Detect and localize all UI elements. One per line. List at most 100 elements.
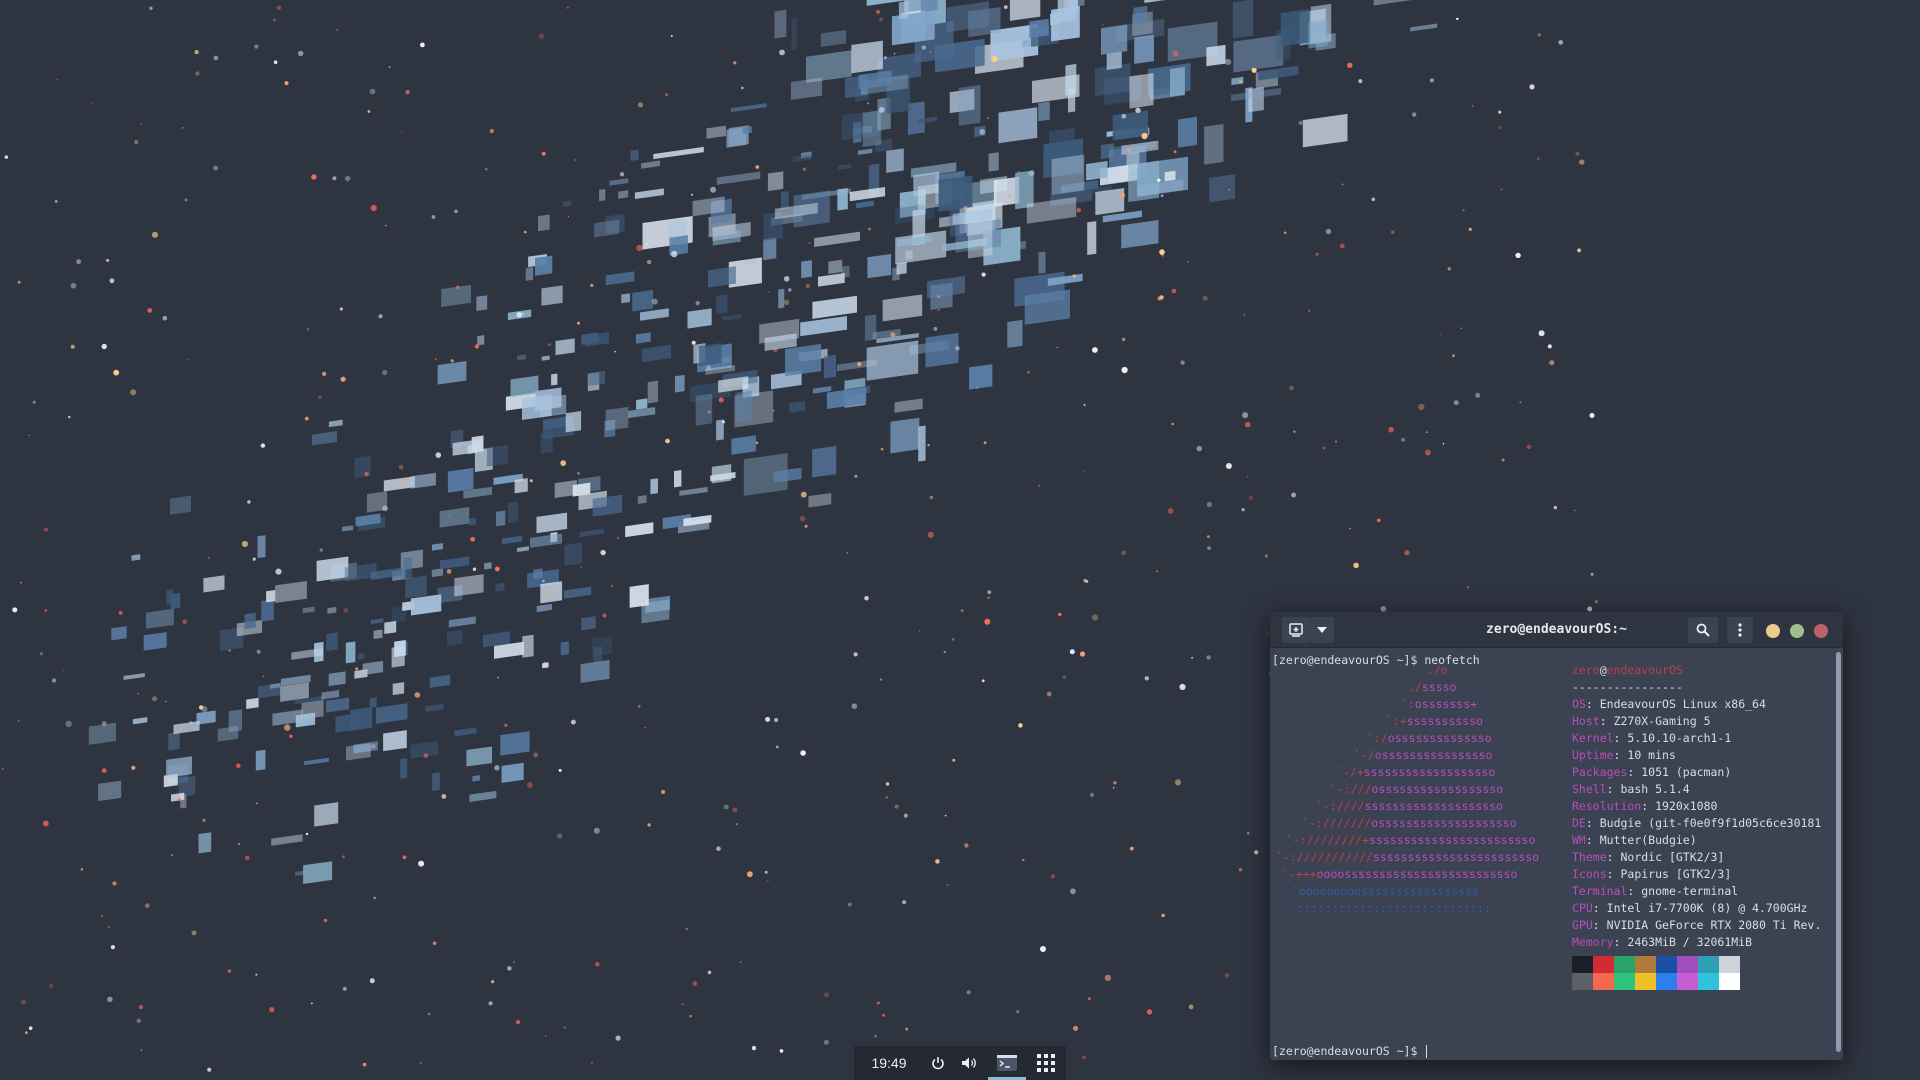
- wallpaper-particle: [894, 804, 899, 809]
- wallpaper-particle: [420, 42, 425, 48]
- wallpaper-block: [1100, 143, 1115, 160]
- wallpaper-particle: [1207, 535, 1210, 538]
- wallpaper-particle: [944, 814, 947, 817]
- wallpaper-particle: [342, 986, 347, 991]
- wallpaper-particle: [238, 843, 240, 845]
- logo-segment: ssssssssssssssssssso: [1364, 799, 1503, 813]
- taskbar-terminal[interactable]: [988, 1046, 1026, 1080]
- wallpaper-particle: [595, 961, 600, 967]
- prompt-line[interactable]: [zero@endeavourOS ~]$: [1272, 1043, 1428, 1060]
- info-colon: :: [1599, 714, 1614, 728]
- wallpaper-block: [791, 17, 798, 51]
- wallpaper-particle: [489, 128, 494, 134]
- wallpaper-particle: [804, 524, 808, 528]
- wallpaper-block: [837, 187, 848, 211]
- terminal-titlebar[interactable]: zero@endeavourOS:~: [1270, 612, 1843, 648]
- wallpaper-particle: [533, 752, 538, 758]
- maximize-button[interactable]: [1790, 624, 1804, 638]
- wallpaper-particle: [903, 813, 908, 818]
- app-grid-icon: [1037, 1054, 1055, 1072]
- wallpaper-particle: [764, 870, 768, 874]
- menu-button[interactable]: [1727, 617, 1753, 643]
- wallpaper-particle: [256, 802, 258, 805]
- info-value: Mutter(Budgie): [1599, 833, 1697, 847]
- wallpaper-particle: [937, 309, 940, 311]
- wallpaper-particle: [213, 165, 219, 171]
- wallpaper-block: [890, 417, 920, 454]
- terminal-output[interactable]: [zero@endeavourOS ~]$ neofetch ./o ./ssss…: [1270, 648, 1833, 1060]
- power-button[interactable]: [926, 1046, 950, 1080]
- logo-segment: osssssss+: [1414, 697, 1478, 711]
- wallpaper-block: [898, 1, 909, 20]
- wallpaper-particle: [846, 552, 848, 554]
- search-button[interactable]: [1688, 617, 1718, 643]
- wallpaper-particle: [182, 619, 187, 624]
- wallpaper-particle: [191, 930, 197, 936]
- clock[interactable]: 19:49: [864, 1046, 914, 1080]
- wallpaper-block: [647, 380, 658, 404]
- wallpaper-block: [1204, 124, 1224, 165]
- wallpaper-particle: [304, 416, 309, 421]
- wallpaper-particle: [983, 441, 987, 445]
- info-key: DE: [1572, 816, 1586, 830]
- logo-segment: ossssssssssssssso: [1374, 748, 1493, 762]
- wallpaper-particle: [170, 854, 173, 856]
- wallpaper-particle: [1159, 249, 1165, 255]
- minimize-button[interactable]: [1766, 624, 1780, 638]
- info-key: Theme: [1572, 850, 1607, 864]
- wallpaper-particle: [876, 1001, 880, 1005]
- wallpaper-particle: [1174, 779, 1182, 786]
- wallpaper-particle: [70, 344, 75, 349]
- wallpaper-block: [447, 467, 474, 493]
- color-swatch: [1593, 956, 1614, 973]
- wallpaper-block: [535, 255, 553, 276]
- wallpaper-particle: [937, 295, 941, 299]
- wallpaper-particle: [847, 902, 852, 907]
- wallpaper-block: [918, 425, 926, 462]
- close-button[interactable]: [1814, 624, 1828, 638]
- info-value: bash 5.1.4: [1620, 782, 1690, 796]
- wallpaper-particle: [54, 200, 58, 203]
- hostname: endeavourOS: [1606, 663, 1683, 677]
- wallpaper-particle: [1135, 107, 1141, 114]
- wallpaper-particle: [800, 491, 807, 498]
- info-colon: :: [1592, 918, 1607, 932]
- wallpaper-particle: [1113, 781, 1117, 785]
- wallpaper-particle: [637, 102, 644, 108]
- info-value: 1051 (pacman): [1641, 765, 1732, 779]
- wallpaper-particle: [610, 584, 614, 588]
- info-row: Host: Z270X-Gaming 5: [1572, 713, 1711, 730]
- wallpaper-particle: [236, 763, 241, 768]
- wallpaper-particle: [1141, 132, 1148, 140]
- app-launcher-button[interactable]: [1032, 1046, 1060, 1080]
- wallpaper-particle: [227, 969, 232, 973]
- wallpaper-block: [698, 343, 722, 367]
- volume-button[interactable]: [956, 1046, 982, 1080]
- wallpaper-block: [630, 149, 639, 161]
- new-tab-dropdown-button[interactable]: [1310, 617, 1334, 643]
- info-value: NVIDIA GeForce RTX 2080 Ti Rev.: [1606, 918, 1822, 932]
- info-key: Packages: [1572, 765, 1628, 779]
- wallpaper-particle: [1577, 248, 1582, 253]
- wallpaper-block: [1051, 5, 1080, 42]
- wallpaper-block: [369, 697, 377, 708]
- wallpaper-particle: [768, 291, 771, 293]
- info-row: Theme: Nordic [GTK2/3]: [1572, 849, 1724, 866]
- wallpaper-particle: [1018, 171, 1020, 173]
- wallpaper-block: [785, 343, 822, 377]
- wallpaper-particle: [474, 344, 480, 349]
- wallpaper-particle: [51, 678, 57, 683]
- wallpaper-particle: [1057, 612, 1062, 617]
- terminal-window[interactable]: zero@endeavourOS:~ [zero@endeavourOS ~]$…: [1270, 612, 1843, 1060]
- wallpaper-particle: [1376, 518, 1381, 523]
- scrollbar[interactable]: [1836, 652, 1841, 1052]
- wallpaper-particle: [441, 794, 447, 799]
- wallpaper-particle: [1161, 913, 1165, 918]
- wallpaper-block: [711, 464, 732, 484]
- wallpaper-block: [687, 308, 712, 329]
- wallpaper-particle: [802, 167, 807, 171]
- color-swatch: [1719, 956, 1740, 973]
- new-tab-button[interactable]: [1282, 617, 1310, 643]
- wallpaper-block: [938, 175, 973, 212]
- wallpaper-particle: [952, 758, 956, 762]
